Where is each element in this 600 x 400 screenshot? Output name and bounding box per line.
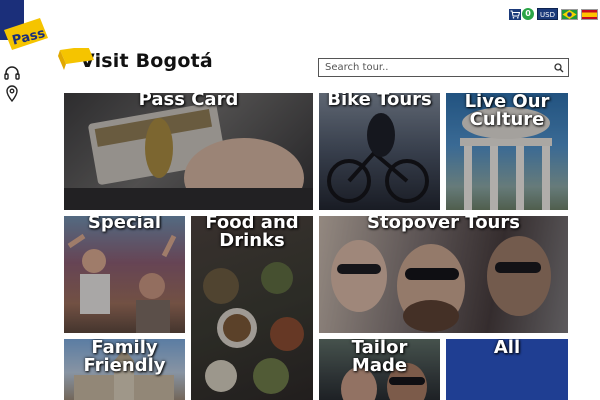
- currency-selector[interactable]: USD: [537, 8, 558, 20]
- tile-bike-tours[interactable]: Bike Tours: [319, 93, 440, 210]
- tile-special[interactable]: Special: [64, 216, 185, 333]
- search-icon[interactable]: [552, 61, 566, 75]
- tile-label: Tailor Made: [351, 339, 408, 376]
- tile-overlay: [64, 216, 185, 333]
- brand[interactable]: Visit Bogotá: [58, 46, 213, 72]
- site-title: Visit Bogotá: [80, 50, 213, 72]
- pass-logo[interactable]: Pass: [0, 0, 50, 55]
- tile-overlay: [64, 93, 313, 210]
- search-input[interactable]: [319, 59, 552, 76]
- tile-all[interactable]: All: [446, 339, 568, 400]
- tile-family-friendly[interactable]: Family Friendly: [64, 339, 185, 400]
- tile-tailor-made[interactable]: Tailor Made: [319, 339, 440, 400]
- cart-button[interactable]: 0: [509, 8, 535, 20]
- tile-label: Live Our Culture: [464, 93, 550, 130]
- brazil-flag-icon[interactable]: [561, 8, 578, 20]
- tile-label: Family Friendly: [83, 339, 166, 376]
- tile-live-our-culture[interactable]: Live Our Culture: [446, 93, 568, 210]
- cart-icon: [509, 8, 522, 20]
- page: Pass 0 USD Visit Bogotá Search tour.. Pa…: [0, 0, 600, 400]
- cart-count-badge: 0: [522, 8, 535, 20]
- top-utility-bar: 0 USD: [509, 7, 598, 21]
- tile-food-and-drinks[interactable]: Food and Drinks: [191, 216, 313, 400]
- spain-flag-icon[interactable]: [581, 8, 598, 20]
- brand-logo-mark: [58, 46, 96, 72]
- tile-label: Special: [87, 216, 162, 233]
- tile-label: Stopover Tours: [367, 216, 520, 233]
- tile-overlay: [319, 216, 568, 333]
- tile-stopover-tours[interactable]: Stopover Tours: [319, 216, 568, 333]
- search-box: [318, 58, 569, 77]
- tile-label: All: [493, 339, 521, 358]
- tile-label: Bike Tours: [327, 93, 432, 110]
- headphones-icon[interactable]: [3, 64, 21, 82]
- tile-label: Pass Card: [138, 93, 239, 110]
- tile-label: Food and Drinks: [205, 216, 299, 251]
- tile-overlay: [319, 93, 440, 210]
- left-rail: Pass: [0, 0, 48, 400]
- tile-pass-card[interactable]: Pass Card: [64, 93, 313, 210]
- location-pin-icon[interactable]: [3, 84, 21, 103]
